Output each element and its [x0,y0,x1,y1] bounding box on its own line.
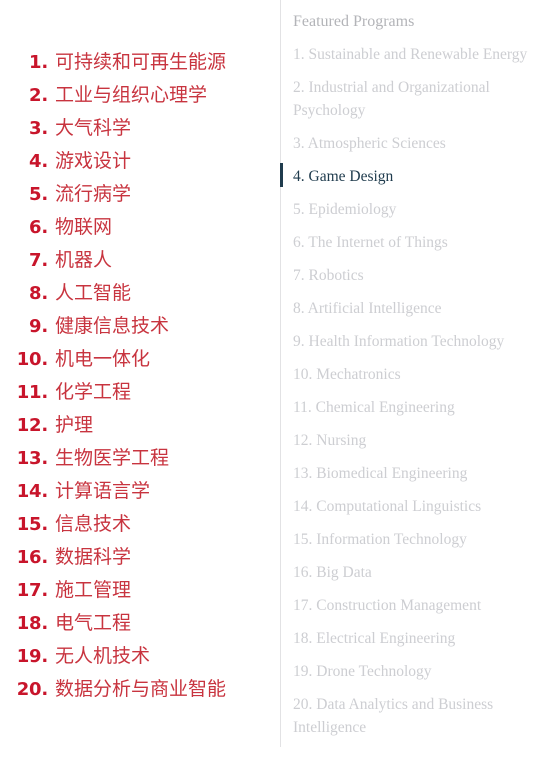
list-item[interactable]: 5. Epidemiology [293,198,559,231]
list-item[interactable]: 8. Artificial Intelligence [293,297,559,330]
list-item-number: 17. [16,580,48,601]
list-item-number: 20. [16,679,48,700]
list-item-number: 10. [16,349,48,370]
list-item-label: 无人机技术 [55,645,151,667]
list-item[interactable]: 8. 人工智能 [0,277,272,310]
list-item-number: 1. [29,52,48,73]
list-item-label: 可持续和可再生能源 [55,51,227,73]
featured-programs-items: 1. Sustainable and Renewable Energy 2. In… [280,43,559,749]
list-item-label: 数据分析与商业智能 [55,678,227,700]
list-item[interactable]: 9. Health Information Technology [293,330,559,363]
list-item-number: 19. [16,646,48,667]
list-item-label: 流行病学 [55,183,132,205]
list-item-number: 4. [29,151,48,172]
list-item-label: 健康信息技术 [55,315,170,337]
list-item-label: 游戏设计 [55,150,132,172]
list-item[interactable]: 9. 健康信息技术 [0,310,272,343]
list-item-label: 数据科学 [55,546,132,568]
list-item-label: 生物医学工程 [55,447,170,469]
chinese-program-list: 1. 可持续和可再生能源 2. 工业与组织心理学 3. 大气科学 4. 游戏设计 5. 流行病学 6… [0,46,272,706]
list-item[interactable]: 16. Big Data [293,561,559,594]
list-item[interactable]: 12. Nursing [293,429,559,462]
list-item[interactable]: 14. Computational Linguistics [293,495,559,528]
list-item[interactable]: 2. 工业与组织心理学 [0,79,272,112]
list-item-number: 2. [29,85,48,106]
list-item[interactable]: 18. 电气工程 [0,607,272,640]
list-item-label: 机器人 [55,249,113,271]
list-item-label: 施工管理 [55,579,132,601]
list-item[interactable]: 20. Data Analytics and Business Intellig… [293,693,559,749]
list-item-label: 工业与组织心理学 [55,84,208,106]
list-item[interactable]: 11. Chemical Engineering [293,396,559,429]
list-item-number: 7. [29,250,48,271]
list-item[interactable]: 15. 信息技术 [0,508,272,541]
list-item[interactable]: 15. Information Technology [293,528,559,561]
list-item[interactable]: 3. Atmospheric Sciences [293,132,559,165]
list-item-label: 物联网 [55,216,113,238]
list-item[interactable]: 16. 数据科学 [0,541,272,574]
list-item[interactable]: 5. 流行病学 [0,178,272,211]
featured-programs-heading: Featured Programs [293,13,415,30]
list-item[interactable]: 2. Industrial and Organizational Psychol… [293,76,559,132]
list-item-label: 大气科学 [55,117,132,139]
list-item-number: 3. [29,118,48,139]
list-item-number: 12. [16,415,48,436]
list-item[interactable]: 18. Electrical Engineering [293,627,559,660]
list-item-number: 14. [16,481,48,502]
list-item-number: 5. [29,184,48,205]
list-item[interactable]: 6. The Internet of Things [293,231,559,264]
list-item-number: 9. [29,316,48,337]
list-item-active[interactable]: 4. Game Design [280,163,559,198]
list-item[interactable]: 10. 机电一体化 [0,343,272,376]
list-item[interactable]: 13. 生物医学工程 [0,442,272,475]
list-item[interactable]: 14. 计算语言学 [0,475,272,508]
list-item-label: 化学工程 [55,381,132,403]
list-item[interactable]: 1. 可持续和可再生能源 [0,46,272,79]
list-item[interactable]: 10. Mechatronics [293,363,559,396]
list-item[interactable]: 11. 化学工程 [0,376,272,409]
page-root: 1. 可持续和可再生能源 2. 工业与组织心理学 3. 大气科学 4. 游戏设计 5. 流行病学 6… [0,0,559,771]
list-item-number: 6. [29,217,48,238]
featured-programs-panel: Featured Programs 1. Sustainable and Ren… [280,10,559,749]
list-item[interactable]: 19. Drone Technology [293,660,559,693]
list-item-label: 机电一体化 [55,348,151,370]
list-item[interactable]: 12. 护理 [0,409,272,442]
list-item[interactable]: 7. 机器人 [0,244,272,277]
list-item-number: 13. [16,448,48,469]
list-item[interactable]: 17. 施工管理 [0,574,272,607]
list-item[interactable]: 6. 物联网 [0,211,272,244]
list-item-label: 电气工程 [55,612,132,634]
list-item-label: 护理 [55,414,94,436]
list-item-label: 计算语言学 [55,480,151,502]
list-item-number: 11. [16,382,48,403]
list-item-label: 信息技术 [55,513,132,535]
list-item-number: 8. [29,283,48,304]
list-item-number: 16. [16,547,48,568]
list-item-number: 15. [16,514,48,535]
list-item[interactable]: 20. 数据分析与商业智能 [0,673,272,706]
list-item[interactable]: 19. 无人机技术 [0,640,272,673]
list-item[interactable]: 13. Biomedical Engineering [293,462,559,495]
list-item[interactable]: 1. Sustainable and Renewable Energy [293,43,559,76]
list-item[interactable]: 4. 游戏设计 [0,145,272,178]
list-item[interactable]: 3. 大气科学 [0,112,272,145]
list-item-label: 人工智能 [55,282,132,304]
list-item-number: 18. [16,613,48,634]
list-item[interactable]: 17. Construction Management [293,594,559,627]
list-item[interactable]: 7. Robotics [293,264,559,297]
